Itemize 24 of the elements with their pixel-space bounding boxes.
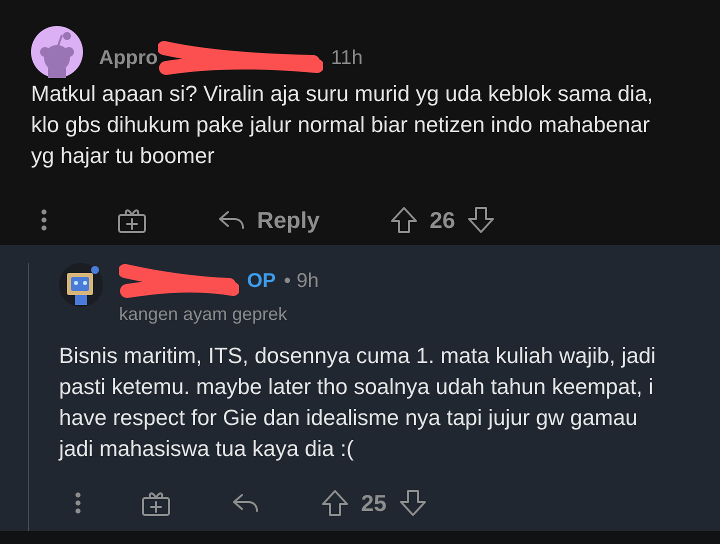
reply-button[interactable]: Reply: [217, 203, 320, 238]
more-icon: [41, 208, 47, 232]
downvote-button[interactable]: [398, 489, 427, 518]
more-button[interactable]: [75, 491, 81, 516]
upvote-button[interactable]: [390, 206, 418, 234]
comment-text: Bisnis maritim, ITS, dosennya cuma 1. mata kuliah wajib, jadi pasti ketemu. maybe later tho soalnya udah tahun keempat, i have respect for Gie dan idealisme nya tapi jujur gw gamau jadi mahasiswa tua kaya dia :(: [59, 342, 657, 463]
op-label: OP: [247, 269, 276, 294]
timestamp: • 9h: [284, 269, 319, 294]
user-flair: kangen ayam geprek: [119, 303, 288, 326]
upvote-button[interactable]: [321, 489, 349, 518]
down-arrow-icon: [398, 489, 427, 518]
username: Appro: [99, 46, 158, 71]
down-arrow-icon: [467, 206, 496, 234]
downvote-button[interactable]: [467, 206, 496, 234]
avatar-icon: [59, 263, 103, 307]
timestamp: 11h: [330, 46, 363, 71]
more-icon: [75, 491, 81, 516]
comment-text: Matkul apaan si? Viralin aja suru murid yg uda keblok sama dia, klo gbs dihukum pake jalur normal biar netizen indo mahabenar yg hajar tu boomer: [31, 80, 654, 170]
more-button[interactable]: [41, 208, 47, 232]
up-arrow-icon: [390, 206, 418, 234]
vote-count: 25: [361, 489, 387, 518]
vote-count: 26: [430, 206, 456, 235]
avatar-icon: [31, 26, 83, 78]
up-arrow-icon: [321, 489, 349, 518]
